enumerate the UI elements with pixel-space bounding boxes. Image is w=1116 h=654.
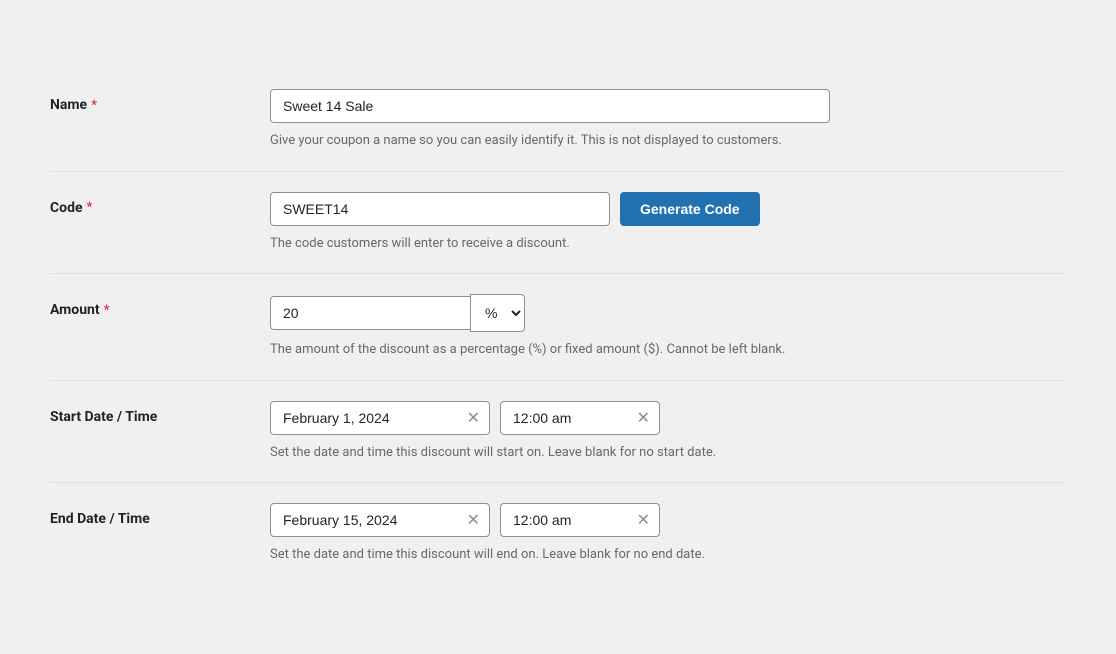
amount-required-star: * bbox=[104, 303, 110, 318]
end-date-wrapper: ✕ bbox=[270, 503, 490, 537]
end-date-row: End Date / Time ✕ ✕ Set the date and tim… bbox=[50, 483, 1066, 585]
start-date-row: Start Date / Time ✕ ✕ Set the date and t… bbox=[50, 381, 1066, 484]
end-date-time-row: ✕ ✕ bbox=[270, 503, 1066, 537]
start-date-wrapper: ✕ bbox=[270, 401, 490, 435]
end-time-wrapper: ✕ bbox=[500, 503, 660, 537]
start-date-label-text: Start Date / Time bbox=[50, 409, 157, 425]
coupon-form: Name * Give your coupon a name so you ca… bbox=[20, 49, 1096, 605]
name-input[interactable] bbox=[270, 89, 830, 123]
start-date-label: Start Date / Time bbox=[50, 401, 270, 425]
end-date-label-text: End Date / Time bbox=[50, 511, 150, 527]
end-date-label: End Date / Time bbox=[50, 503, 270, 527]
code-label-text: Code bbox=[50, 200, 83, 216]
start-time-clear-icon[interactable]: ✕ bbox=[637, 410, 650, 426]
name-label: Name * bbox=[50, 89, 270, 113]
end-date-clear-icon[interactable]: ✕ bbox=[467, 512, 480, 528]
amount-input-row: % $ bbox=[270, 294, 1066, 332]
amount-input[interactable] bbox=[270, 296, 470, 330]
amount-label-text: Amount bbox=[50, 302, 100, 318]
amount-field-content: % $ The amount of the discount as a perc… bbox=[270, 294, 1066, 360]
code-required-star: * bbox=[87, 200, 93, 215]
start-date-clear-icon[interactable]: ✕ bbox=[467, 410, 480, 426]
start-date-input[interactable] bbox=[270, 401, 490, 435]
name-label-text: Name bbox=[50, 97, 87, 113]
amount-row: Amount * % $ The amount of the discount … bbox=[50, 274, 1066, 381]
code-label: Code * bbox=[50, 192, 270, 216]
generate-code-button[interactable]: Generate Code bbox=[620, 192, 760, 226]
code-input[interactable] bbox=[270, 192, 610, 226]
start-date-help-text: Set the date and time this discount will… bbox=[270, 443, 1066, 463]
name-required-star: * bbox=[91, 98, 97, 113]
name-field-content: Give your coupon a name so you can easil… bbox=[270, 89, 1066, 151]
end-time-clear-icon[interactable]: ✕ bbox=[637, 512, 650, 528]
start-date-field-content: ✕ ✕ Set the date and time this discount … bbox=[270, 401, 1066, 463]
end-date-help-text: Set the date and time this discount will… bbox=[270, 545, 1066, 565]
code-input-row: Generate Code bbox=[270, 192, 1066, 226]
start-time-wrapper: ✕ bbox=[500, 401, 660, 435]
amount-label: Amount * bbox=[50, 294, 270, 318]
code-field-content: Generate Code The code customers will en… bbox=[270, 192, 1066, 254]
code-help-text: The code customers will enter to receive… bbox=[270, 234, 1066, 254]
start-date-time-row: ✕ ✕ bbox=[270, 401, 1066, 435]
end-date-input[interactable] bbox=[270, 503, 490, 537]
end-date-field-content: ✕ ✕ Set the date and time this discount … bbox=[270, 503, 1066, 565]
code-row: Code * Generate Code The code customers … bbox=[50, 172, 1066, 275]
name-help-text: Give your coupon a name so you can easil… bbox=[270, 131, 1066, 151]
amount-help-text: The amount of the discount as a percenta… bbox=[270, 340, 1066, 360]
amount-unit-select[interactable]: % $ bbox=[470, 294, 525, 332]
name-row: Name * Give your coupon a name so you ca… bbox=[50, 69, 1066, 172]
